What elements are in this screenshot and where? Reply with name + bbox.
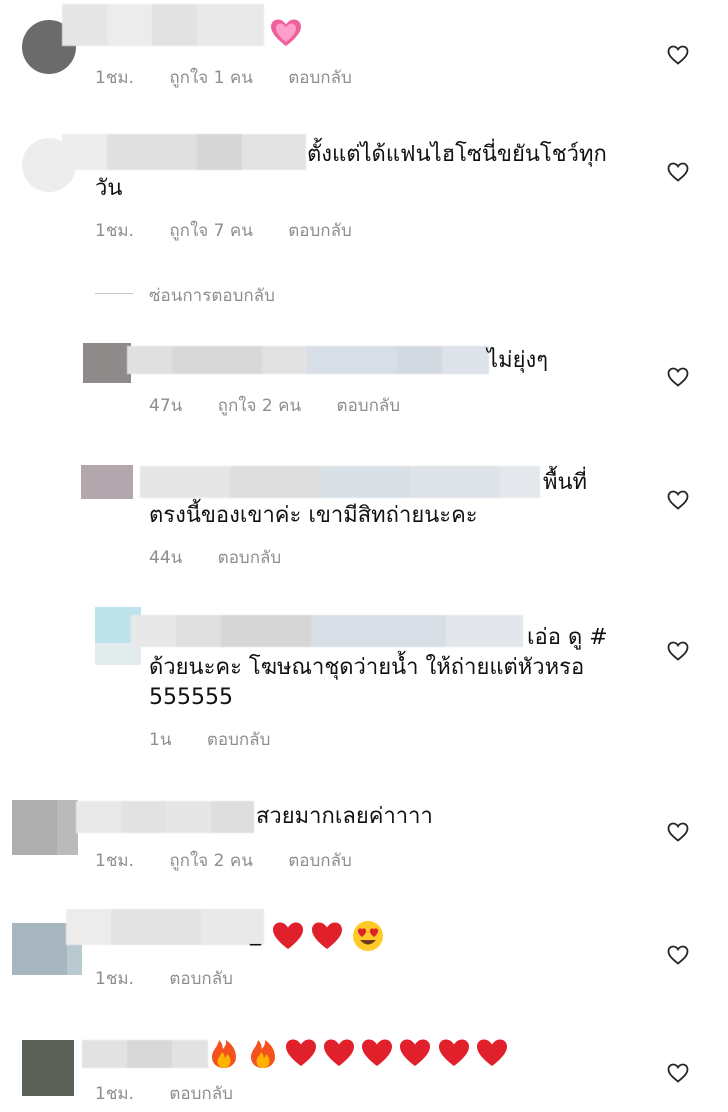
comment-meta: 1ชม. ถูกใจ 7 คน ตอบกลับ — [95, 217, 382, 244]
reply-button[interactable]: ตอบกลับ — [337, 392, 401, 419]
comment-meta: 47น ถูกใจ 2 คน ตอบกลับ — [149, 392, 430, 419]
comment-8: 1ชม. ตอบกลับ — [0, 1030, 728, 1112]
divider — [95, 293, 133, 294]
comment-text: พื้นที่ — [543, 470, 588, 495]
like-heart-icon[interactable] — [666, 820, 690, 844]
redacted-username — [140, 466, 540, 498]
emoji-row — [209, 1037, 508, 1069]
comment-4: พื้นที่ ตรงนี้ของเขาค่ะ เขามีสิทถ่ายนะคะ… — [0, 462, 728, 577]
likes-count[interactable]: ถูกใจ 2 คน — [218, 392, 301, 419]
comment-3: ไม่ยุ่งๆ 47น ถูกใจ 2 คน ตอบกลับ — [0, 340, 728, 430]
comment-meta: 1ชม. ถูกใจ 2 คน ตอบกลับ — [95, 847, 382, 874]
redacted-username — [62, 134, 306, 170]
redacted-username — [76, 801, 254, 833]
reply-button[interactable]: ตอบกลับ — [169, 1080, 233, 1107]
hide-replies-button[interactable]: ซ่อนการตอบกลับ — [149, 282, 275, 309]
likes-count[interactable]: ถูกใจ 7 คน — [169, 217, 252, 244]
red-heart-icon — [272, 921, 304, 951]
comment-text: ด้วยนะคะ โฆษณาชุดว่ายน้ำ ให้ถ่ายแต่หัวหร… — [149, 655, 585, 680]
like-heart-icon[interactable] — [666, 365, 690, 389]
like-heart-icon[interactable] — [666, 488, 690, 512]
fire-icon — [209, 1037, 239, 1069]
redacted-username — [82, 1040, 208, 1068]
comment-meta: 1น ตอบกลับ — [149, 726, 300, 753]
comment-meta: 44น ตอบกลับ — [149, 544, 311, 571]
comment-1: 1ชม. ถูกใจ 1 คน ตอบกลับ — [0, 0, 728, 100]
heart-eyes-icon — [352, 920, 384, 952]
red-heart-icon — [311, 921, 343, 951]
comment-meta: 1ชม. ตอบกลับ — [95, 1080, 263, 1107]
timestamp: 1ชม. — [95, 221, 134, 241]
like-heart-icon[interactable] — [666, 943, 690, 967]
pink-heart-icon — [270, 18, 302, 48]
red-heart-icon — [438, 1038, 470, 1068]
timestamp: 47น — [149, 396, 183, 416]
emoji-row — [272, 920, 384, 952]
comment-5: เอ่อ ดู # ด้วยนะคะ โฆษณาชุดว่ายน้ำ ให้ถ่… — [0, 605, 728, 755]
like-heart-icon[interactable] — [666, 160, 690, 184]
red-heart-icon — [399, 1038, 431, 1068]
likes-count[interactable]: ถูกใจ 1 คน — [169, 64, 252, 91]
avatar[interactable] — [83, 343, 131, 383]
redacted-username — [131, 615, 523, 647]
comment-text: ตั้งแต่ได้แฟนไฮโซนี่ขยันโชว์ทุก — [307, 142, 607, 167]
timestamp: 1ชม. — [95, 969, 134, 989]
comment-text: ตรงนี้ของเขาค่ะ เขามีสิทถ่ายนะคะ — [149, 503, 478, 528]
redacted-username — [66, 909, 264, 945]
like-heart-icon[interactable] — [666, 639, 690, 663]
comment-text: ไม่ยุ่งๆ — [487, 348, 549, 373]
red-heart-icon — [361, 1038, 393, 1068]
reply-button[interactable]: ตอบกลับ — [169, 965, 233, 992]
timestamp: 1ชม. — [95, 1084, 134, 1104]
comment-6: สวยมากเลยค่าาาา 1ชม. ถูกใจ 2 คน ตอบกลับ — [0, 795, 728, 885]
reply-button[interactable]: ตอบกลับ — [288, 217, 352, 244]
reply-button[interactable]: ตอบกลับ — [218, 544, 282, 571]
timestamp: 44น — [149, 548, 183, 568]
red-heart-icon — [323, 1038, 355, 1068]
like-heart-icon[interactable] — [666, 43, 690, 67]
timestamp: 1ชม. — [95, 851, 134, 871]
timestamp: 1ชม. — [95, 68, 134, 88]
avatar[interactable] — [12, 800, 78, 855]
avatar[interactable] — [81, 465, 133, 499]
avatar[interactable] — [22, 1040, 74, 1096]
comment-text: สวยมากเลยค่าาาา — [256, 804, 433, 829]
comment-text: วัน — [95, 176, 123, 201]
comment-7: _ 1ชม. ตอบกลับ — [0, 905, 728, 1005]
red-heart-icon — [476, 1038, 508, 1068]
underscore-text: _ — [250, 921, 261, 946]
comment-text: เอ่อ ดู # — [527, 625, 608, 650]
redacted-username — [127, 346, 489, 374]
reply-button[interactable]: ตอบกลับ — [207, 726, 271, 753]
reply-button[interactable]: ตอบกลับ — [288, 847, 352, 874]
comment-2: ตั้งแต่ได้แฟนไฮโซนี่ขยันโชว์ทุก วัน 1ชม.… — [0, 130, 728, 250]
like-heart-icon[interactable] — [666, 1061, 690, 1085]
reply-button[interactable]: ตอบกลับ — [288, 64, 352, 91]
timestamp: 1น — [149, 730, 172, 750]
comment-meta: 1ชม. ถูกใจ 1 คน ตอบกลับ — [95, 64, 382, 91]
comment-meta: 1ชม. ตอบกลับ — [95, 965, 263, 992]
redacted-username — [62, 4, 264, 46]
likes-count[interactable]: ถูกใจ 2 คน — [169, 847, 252, 874]
red-heart-icon — [285, 1038, 317, 1068]
fire-icon — [248, 1037, 278, 1069]
comment-text: 555555 — [149, 685, 233, 710]
